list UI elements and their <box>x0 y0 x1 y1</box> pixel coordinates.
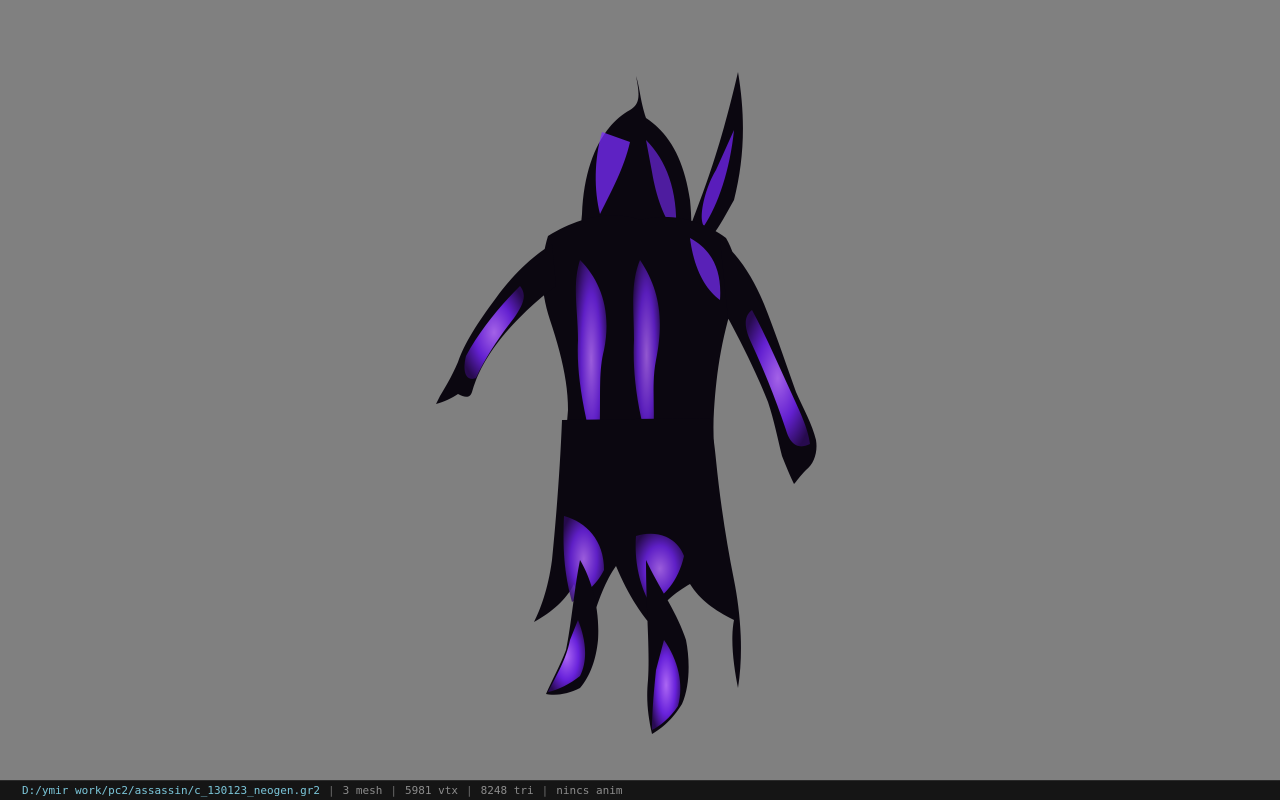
animation-status: nincs anim <box>556 784 623 797</box>
status-bar: D:/ymir work/pc2/assassin/c_130123_neoge… <box>0 780 1280 800</box>
character-model <box>436 72 817 734</box>
separator: | <box>541 784 549 797</box>
mesh-count: 3 mesh <box>342 784 383 797</box>
separator: | <box>466 784 473 797</box>
cape-spike <box>692 72 743 237</box>
separator: | <box>328 784 335 797</box>
file-path: D:/ymir work/pc2/assassin/c_130123_neoge… <box>22 784 321 797</box>
separator: | <box>390 784 398 797</box>
vertex-count: 5981 vtx <box>405 784 458 797</box>
triangle-count: 8248 tri <box>480 784 534 797</box>
3d-viewport[interactable] <box>0 0 1280 780</box>
